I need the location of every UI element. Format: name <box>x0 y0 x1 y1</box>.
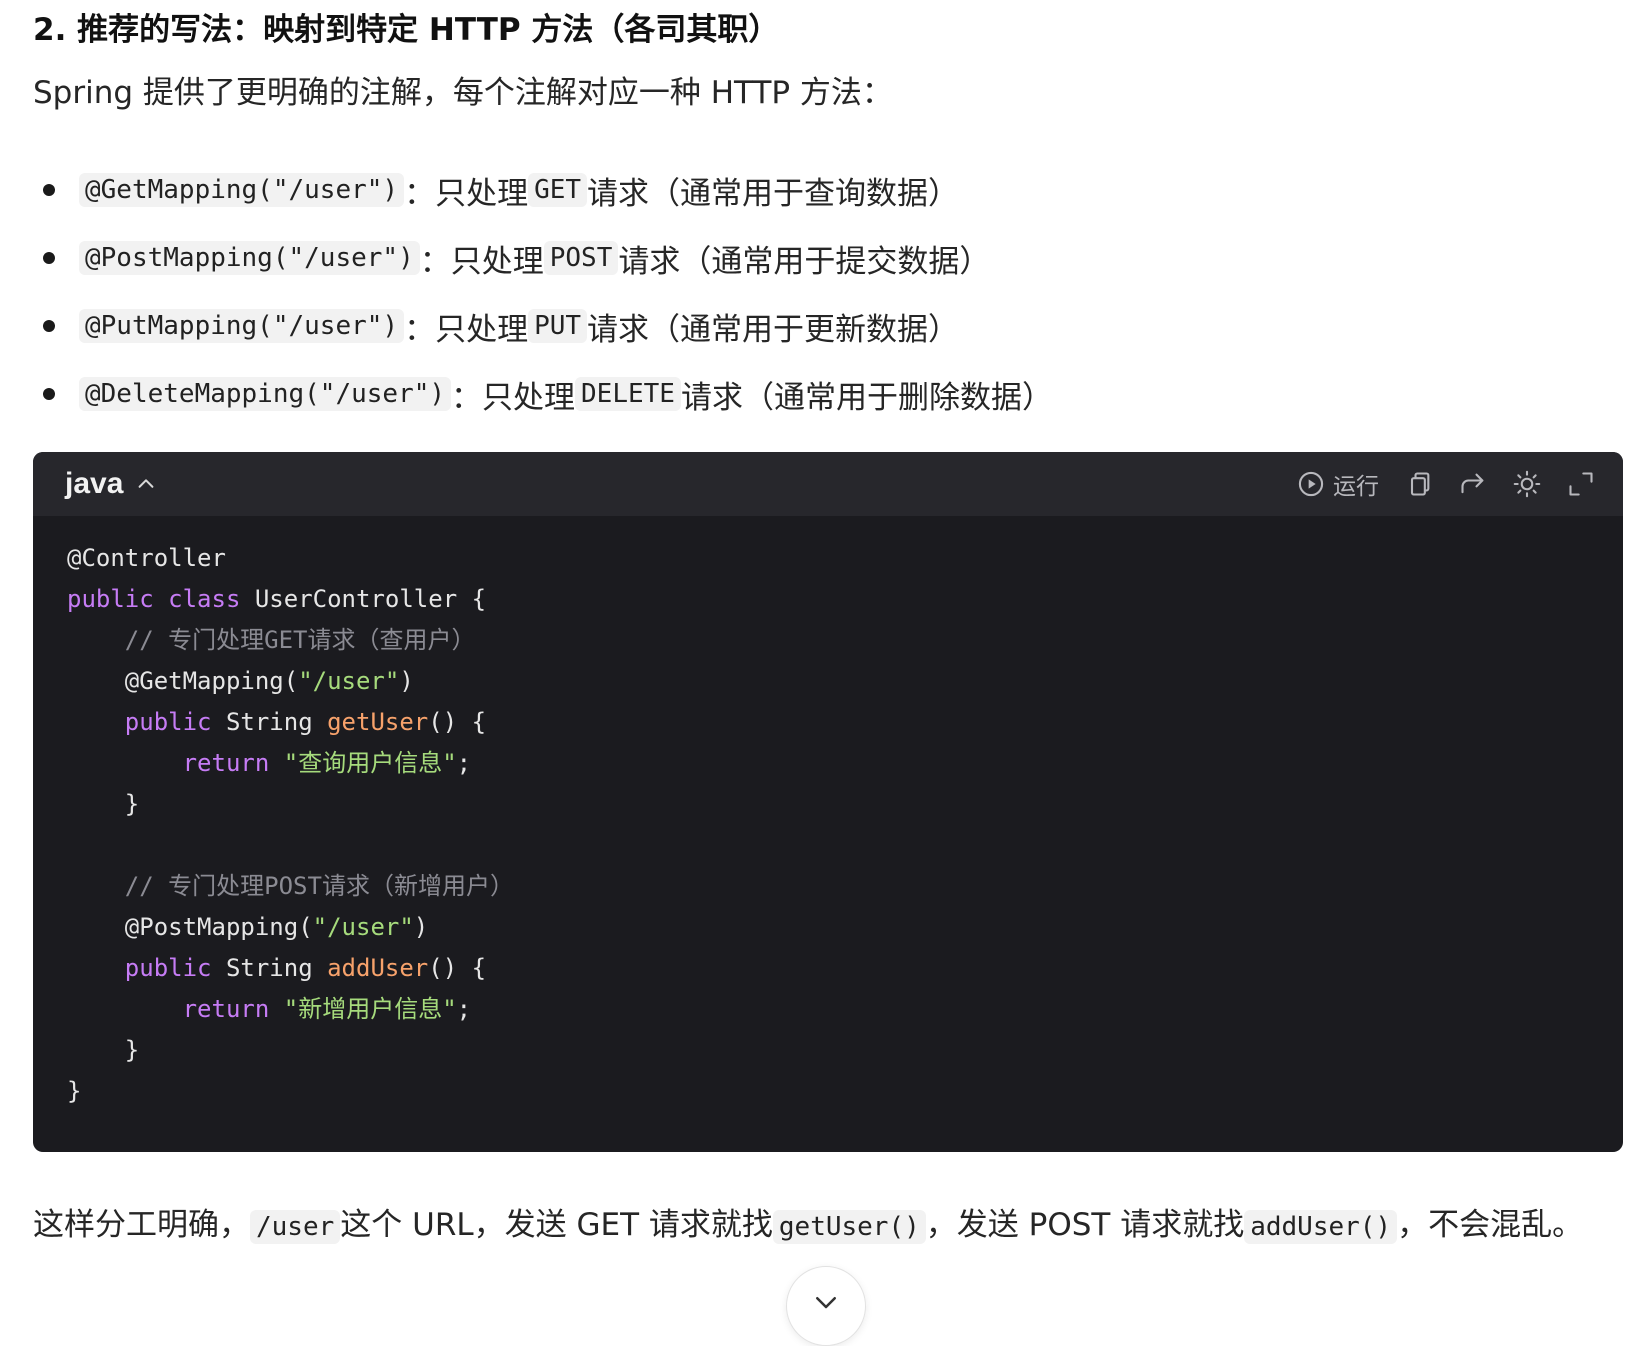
play-circle-icon <box>1298 471 1324 497</box>
separator: ： <box>451 379 483 416</box>
text: 只处理 <box>482 379 576 416</box>
copy-button[interactable] <box>1405 470 1433 498</box>
text: 只处理 <box>450 243 544 280</box>
separator: ： <box>404 175 436 212</box>
code-line: public String addUser() { <box>124 954 487 982</box>
share-button[interactable] <box>1459 470 1487 498</box>
inline-code: getUser() <box>772 1210 926 1244</box>
bullet-dot <box>43 320 55 332</box>
code-content[interactable]: @Controller public class UserController {… <box>33 516 1623 1112</box>
code-line: @PostMapping("/user") <box>124 913 429 941</box>
scroll-to-bottom-button[interactable] <box>786 1266 866 1346</box>
text: 请求（通常用于提交数据） <box>618 243 991 280</box>
code-line: // 专门处理POST请求（新增用户） <box>124 872 514 900</box>
run-button[interactable]: 运行 <box>1297 467 1379 501</box>
inline-code: addUser() <box>1244 1210 1398 1244</box>
inline-code: @PostMapping("/user") <box>79 241 420 275</box>
expand-icon <box>1569 472 1593 496</box>
inline-code: @GetMapping("/user") <box>79 173 405 207</box>
list-item: @DeleteMapping("/user") ： 只处理 DELETE 请求（… <box>33 360 1053 428</box>
code-line: } <box>124 790 140 818</box>
code-line: return "新增用户信息"; <box>182 995 472 1023</box>
code-language-label: java <box>65 467 124 500</box>
bullet-dot <box>43 252 55 264</box>
code-line: public class UserController { <box>67 585 487 613</box>
code-line: // 专门处理GET请求（查用户） <box>124 626 476 654</box>
inline-code: @DeleteMapping("/user") <box>79 377 452 411</box>
sun-icon <box>1513 470 1541 498</box>
text: 请求（通常用于查询数据） <box>587 175 960 212</box>
summary-paragraph: 这样分工明确，/user 这个 URL，发送 GET 请求就找 getUser()，… <box>33 1207 1584 1244</box>
fullscreen-button[interactable] <box>1567 470 1595 498</box>
code-line: } <box>124 1036 140 1064</box>
section-heading: 2. 推荐的写法：映射到特定 HTTP 方法（各司其职） <box>33 12 780 48</box>
separator: ： <box>419 243 451 280</box>
code-block-header: java 运行 <box>33 452 1623 516</box>
code-line: return "查询用户信息"; <box>182 749 472 777</box>
text: 只处理 <box>435 311 529 348</box>
text: 只处理 <box>435 175 529 212</box>
list-item: @GetMapping("/user") ： 只处理 GET 请求（通常用于查询… <box>33 156 1053 224</box>
inline-code: PUT <box>528 309 588 343</box>
theme-toggle-button[interactable] <box>1513 470 1541 498</box>
inline-code: GET <box>528 173 588 207</box>
copy-icon <box>1410 472 1430 496</box>
run-label: 运行 <box>1333 474 1379 500</box>
chevron-up-icon[interactable] <box>135 473 157 495</box>
share-arrow-icon <box>1461 473 1484 494</box>
list-item: @PutMapping("/user") ： 只处理 PUT 请求（通常用于更新… <box>33 292 1053 360</box>
chevron-down-icon <box>816 1297 836 1309</box>
code-line: @Controller <box>67 544 226 572</box>
list-item: @PostMapping("/user") ： 只处理 POST 请求（通常用于… <box>33 224 1053 292</box>
inline-code: DELETE <box>575 377 681 411</box>
code-line: @GetMapping("/user") <box>124 667 414 695</box>
inline-code: @PutMapping("/user") <box>79 309 405 343</box>
text: 请求（通常用于删除数据） <box>680 379 1053 416</box>
code-line: } <box>67 1077 82 1105</box>
code-block: java 运行 @Controller public class UserCon… <box>33 452 1623 1152</box>
bullet-dot <box>43 184 55 196</box>
mapping-list: @GetMapping("/user") ： 只处理 GET 请求（通常用于查询… <box>33 156 1053 428</box>
separator: ： <box>404 311 436 348</box>
inline-code: /user <box>250 1210 341 1244</box>
intro-text: Spring 提供了更明确的注解，每个注解对应一种 HTTP 方法： <box>33 75 893 111</box>
code-toolbar: 运行 <box>1297 467 1595 501</box>
inline-code: POST <box>543 241 619 275</box>
bullet-dot <box>43 388 55 400</box>
text: 请求（通常用于更新数据） <box>587 311 960 348</box>
code-line: public String getUser() { <box>124 708 487 736</box>
